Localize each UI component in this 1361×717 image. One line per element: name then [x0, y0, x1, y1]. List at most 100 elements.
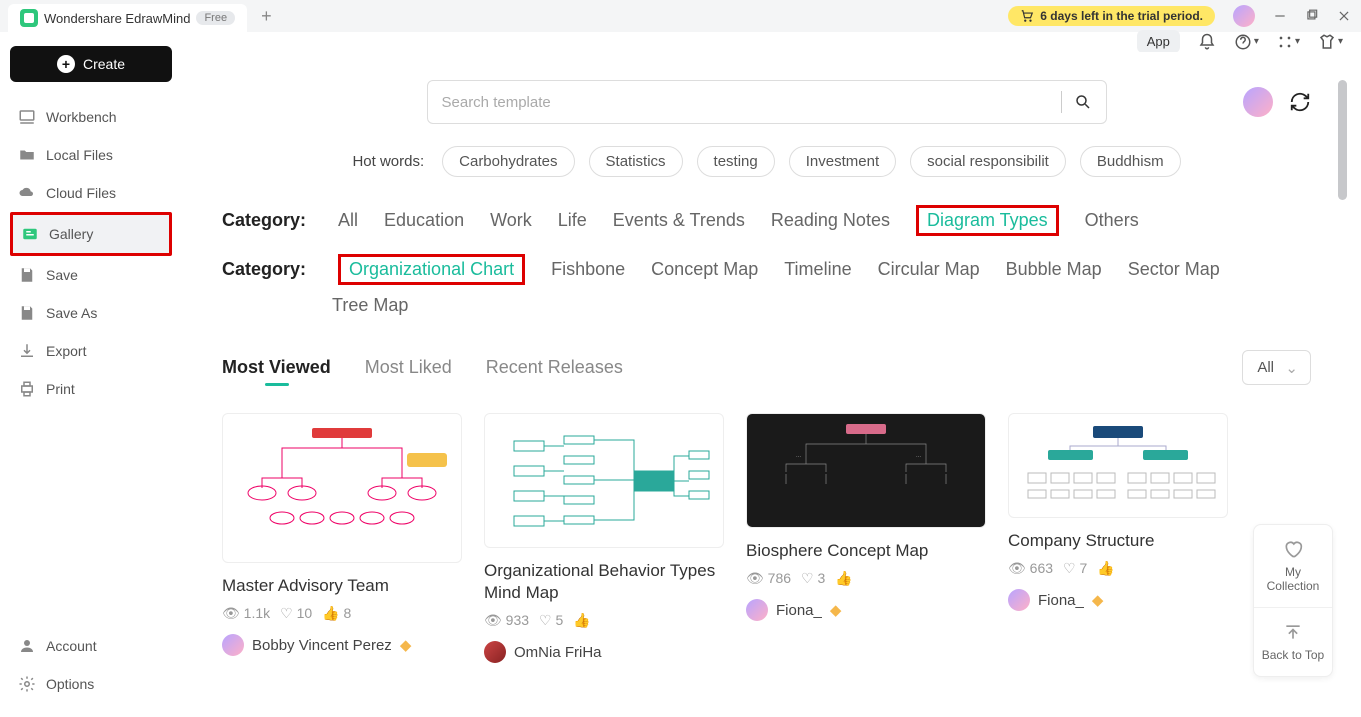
category-item[interactable]: Work: [490, 210, 532, 231]
help-dropdown[interactable]: ▾: [1234, 33, 1259, 51]
app-tab[interactable]: Wondershare EdrawMind Free: [8, 4, 247, 32]
template-card[interactable]: Master Advisory Team 👁 1.1k ♡ 10 👍 8 Bob…: [222, 413, 462, 663]
cloud-icon: [18, 184, 36, 202]
sidebar-item-export[interactable]: Export: [10, 332, 172, 370]
category-item[interactable]: Events & Trends: [613, 210, 745, 231]
plus-icon: +: [57, 55, 75, 73]
export-icon: [18, 342, 36, 360]
search-input[interactable]: Search template: [427, 80, 1107, 124]
category-item-diagramtypes[interactable]: Diagram Types: [916, 205, 1059, 236]
category-item[interactable]: Others: [1085, 210, 1139, 231]
template-title: Biosphere Concept Map: [746, 540, 986, 562]
free-badge: Free: [196, 11, 235, 25]
sidebar-item-print[interactable]: Print: [10, 370, 172, 408]
create-button[interactable]: + Create: [10, 46, 172, 82]
author-name: OmNia FriHa: [514, 644, 602, 661]
save-icon: [18, 266, 36, 284]
app-logo-icon: [20, 9, 38, 27]
sidebar-item-save[interactable]: Save: [10, 256, 172, 294]
float-label: Back to Top: [1262, 648, 1324, 662]
template-card[interactable]: Company Structure 👁 663 ♡ 7 👍 Fiona_ ◆: [1008, 413, 1228, 663]
sidebar-item-label: Export: [46, 343, 86, 359]
author-name: Fiona_: [1038, 592, 1084, 609]
gear-icon: [18, 675, 36, 693]
bell-icon[interactable]: [1198, 33, 1216, 51]
sort-mostliked[interactable]: Most Liked: [365, 357, 452, 378]
template-thumbnail: [494, 421, 714, 541]
sort-mostviewed[interactable]: Most Viewed: [222, 357, 331, 378]
sidebar-item-saveas[interactable]: Save As: [10, 294, 172, 332]
saveas-icon: [18, 304, 36, 322]
shirt-icon: [1318, 33, 1336, 51]
close-button[interactable]: [1337, 9, 1351, 23]
float-label: My Collection: [1267, 565, 1320, 593]
sidebar-item-label: Workbench: [46, 109, 117, 125]
template-author: OmNia FriHa: [484, 641, 724, 663]
hot-word-chip[interactable]: Carbohydrates: [442, 146, 574, 177]
category-item[interactable]: All: [338, 210, 358, 231]
hot-word-chip[interactable]: Statistics: [589, 146, 683, 177]
template-thumbnail: [1013, 418, 1223, 513]
category-item[interactable]: Tree Map: [332, 295, 408, 315]
sidebar-item-label: Cloud Files: [46, 185, 116, 201]
category-item[interactable]: Life: [558, 210, 587, 231]
template-card[interactable]: ······ Biosphere Concept Map 👁 786 ♡ 3 👍…: [746, 413, 986, 663]
template-author: Bobby Vincent Perez ◆: [222, 634, 462, 656]
app-pill[interactable]: App: [1137, 30, 1180, 53]
gallery-icon: [21, 225, 39, 243]
sidebar-item-cloudfiles[interactable]: Cloud Files: [10, 174, 172, 212]
template-cards: Master Advisory Team 👁 1.1k ♡ 10 👍 8 Bob…: [222, 413, 1311, 663]
my-collection-button[interactable]: My Collection: [1254, 525, 1332, 607]
template-stats: 👁 663 ♡ 7 👍: [1008, 560, 1228, 577]
category-label: Category:: [222, 259, 306, 280]
template-title: Company Structure: [1008, 530, 1228, 552]
sidebar-item-label: Save: [46, 267, 78, 283]
category-item[interactable]: Education: [384, 210, 464, 231]
hot-word-chip[interactable]: testing: [697, 146, 775, 177]
category-item-orgchart[interactable]: Organizational Chart: [338, 254, 525, 285]
sort-row: Most Viewed Most Liked Recent Releases A…: [222, 350, 1311, 385]
template-card[interactable]: Organizational Behavior Types Mind Map 👁…: [484, 413, 724, 663]
scrollbar[interactable]: [1338, 80, 1347, 200]
category-item[interactable]: Bubble Map: [1006, 259, 1102, 280]
print-icon: [18, 380, 36, 398]
sidebar-item-gallery[interactable]: Gallery: [10, 212, 172, 256]
sidebar-item-label: Account: [46, 638, 97, 654]
refresh-icon[interactable]: [1289, 91, 1311, 113]
sidebar-item-workbench[interactable]: Workbench: [10, 98, 172, 136]
svg-text:···: ···: [796, 454, 801, 460]
search-placeholder: Search template: [442, 94, 551, 111]
minimize-button[interactable]: [1273, 9, 1287, 23]
sidebar-item-account[interactable]: Account: [10, 627, 172, 665]
back-to-top-button[interactable]: Back to Top: [1254, 607, 1332, 676]
category-item[interactable]: Reading Notes: [771, 210, 890, 231]
sidebar: + Create Workbench Local Files Cloud Fil…: [0, 32, 182, 717]
trial-text: 6 days left in the trial period.: [1040, 9, 1203, 23]
user-avatar[interactable]: [1233, 5, 1255, 27]
hot-word-chip[interactable]: social responsibilit: [910, 146, 1066, 177]
category-item[interactable]: Circular Map: [878, 259, 980, 280]
sort-recent[interactable]: Recent Releases: [486, 357, 623, 378]
maximize-button[interactable]: [1305, 9, 1319, 23]
grid-dropdown[interactable]: ▾: [1277, 34, 1300, 50]
user-avatar[interactable]: [1243, 87, 1273, 117]
shirt-dropdown[interactable]: ▾: [1318, 33, 1343, 51]
sidebar-item-options[interactable]: Options: [10, 665, 172, 703]
category-label: Category:: [222, 210, 306, 231]
folder-icon: [18, 146, 36, 164]
category-item[interactable]: Concept Map: [651, 259, 758, 280]
hot-word-chip[interactable]: Investment: [789, 146, 896, 177]
sidebar-item-label: Print: [46, 381, 75, 397]
grid-icon: [1277, 34, 1293, 50]
filter-dropdown[interactable]: All: [1242, 350, 1311, 385]
create-label: Create: [83, 56, 125, 72]
category-item[interactable]: Timeline: [784, 259, 851, 280]
sidebar-item-localfiles[interactable]: Local Files: [10, 136, 172, 174]
category-item[interactable]: Fishbone: [551, 259, 625, 280]
trial-banner[interactable]: 6 days left in the trial period.: [1008, 6, 1215, 26]
category-item[interactable]: Sector Map: [1128, 259, 1220, 280]
search-icon[interactable]: [1074, 93, 1092, 111]
new-tab-button[interactable]: +: [261, 6, 272, 27]
cart-icon: [1020, 9, 1034, 23]
hot-word-chip[interactable]: Buddhism: [1080, 146, 1181, 177]
